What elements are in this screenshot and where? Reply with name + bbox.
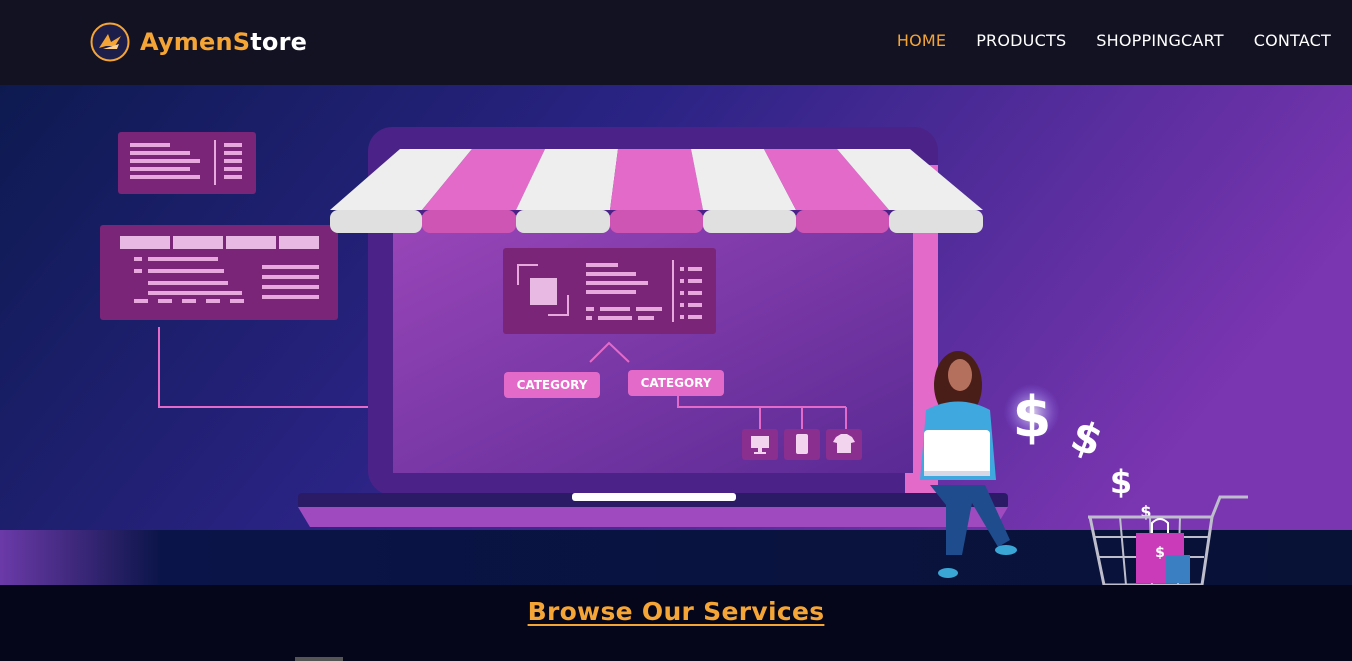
dollar-icon-1: $ xyxy=(1013,385,1052,450)
browse-section: Browse Our Services xyxy=(0,585,1352,661)
nav-products[interactable]: PRODUCTS xyxy=(976,31,1066,50)
tshirt-icon xyxy=(826,429,862,460)
bag-dollar-icon: $ xyxy=(1155,545,1165,561)
brand-link[interactable]: AymenStore xyxy=(90,22,307,62)
category-label-2: CATEGORY xyxy=(641,376,712,390)
awning xyxy=(330,149,983,233)
nav-shopping-cart[interactable]: SHOPPINGCART xyxy=(1096,31,1223,50)
monitor-icon xyxy=(742,429,778,460)
hero-illustration: CATEGORY CATEGORY $ $ $ $ $ xyxy=(0,85,1352,585)
main-nav: HOME PRODUCTS SHOPPINGCART CONTACT xyxy=(897,31,1331,50)
nav-contact[interactable]: CONTACT xyxy=(1254,31,1331,50)
browse-services-link[interactable]: Browse Our Services xyxy=(528,597,825,661)
table-panel xyxy=(100,225,338,320)
small-list-panel xyxy=(118,132,256,194)
hero-banner: CATEGORY CATEGORY $ $ $ $ $ xyxy=(0,85,1352,585)
scrollbar-thumb[interactable] xyxy=(295,657,343,661)
phone-icon xyxy=(784,429,820,460)
brand-name: AymenStore xyxy=(140,28,307,56)
bird-logo-icon xyxy=(90,22,130,62)
nav-home[interactable]: HOME xyxy=(897,31,946,50)
product-card xyxy=(503,248,716,334)
navbar: AymenStore HOME PRODUCTS SHOPPINGCART CO… xyxy=(0,0,1352,85)
brand-name-first-letter: Aymen xyxy=(140,28,233,56)
laptop-storefront: CATEGORY CATEGORY xyxy=(298,127,1008,527)
category-pill-1: CATEGORY xyxy=(504,372,600,398)
brand-name-store-rest: tore xyxy=(250,28,308,56)
dollar-icon-3: $ xyxy=(1110,463,1132,501)
brand-name-store-letter: S xyxy=(232,28,251,56)
category-pill-2: CATEGORY xyxy=(628,370,724,396)
category-label-1: CATEGORY xyxy=(517,378,588,392)
